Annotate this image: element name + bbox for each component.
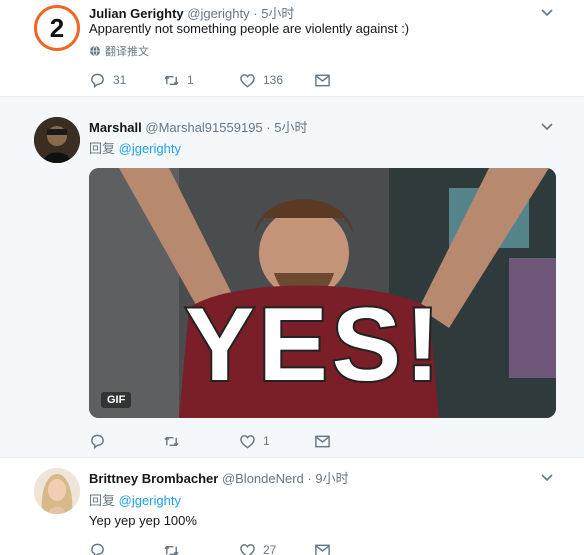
author-handle[interactable]: @jgerighty <box>187 6 249 21</box>
reply-icon <box>91 73 104 88</box>
tweet-time[interactable]: 5小时 <box>274 120 307 135</box>
dm-icon <box>315 74 330 86</box>
reply-context: 回复 @jgerighty <box>89 490 181 509</box>
reply-button[interactable] <box>89 540 113 555</box>
tweet-actions: 27 <box>89 540 349 555</box>
like-button[interactable]: 1 <box>239 431 270 451</box>
reply-button[interactable] <box>89 431 113 451</box>
reply-button[interactable]: 31 <box>89 70 126 90</box>
avatar[interactable]: 2 <box>34 5 80 51</box>
dm-icon <box>315 544 330 555</box>
retweet-icon <box>164 75 179 85</box>
retweet-button[interactable]: 1 <box>163 70 194 90</box>
like-count: 136 <box>263 73 284 87</box>
tweet-text: Yep yep yep 100% <box>89 513 197 528</box>
retweet-button[interactable] <box>163 431 187 451</box>
tweet-actions: 31 1 136 <box>89 70 349 90</box>
avatar-badge: 2 <box>49 12 65 43</box>
reply-icon <box>91 434 104 449</box>
globe-icon <box>90 45 100 57</box>
translate-link[interactable]: 翻译推文 <box>89 43 149 59</box>
author-handle[interactable]: @Marshal91559195 <box>145 120 262 135</box>
mention-link[interactable]: @jgerighty <box>119 141 181 156</box>
separator-dot: · <box>253 6 258 21</box>
tweet-time[interactable]: 5小时 <box>261 6 294 21</box>
retweet-icon <box>164 436 179 446</box>
retweet-icon <box>164 545 179 555</box>
tweet-header: Marshall @Marshal91559195 · 5小时 <box>89 117 307 136</box>
author-name[interactable]: Marshall <box>89 120 142 135</box>
tweet-text: Apparently not something people are viol… <box>89 21 410 36</box>
gif-media[interactable]: YES! GIF <box>89 168 556 418</box>
avatar[interactable] <box>34 117 80 163</box>
tweet[interactable]: Marshall @Marshal91559195 · 5小时 回复 @jger… <box>0 97 584 457</box>
reply-context: 回复 @jgerighty <box>89 138 181 157</box>
tweet-time[interactable]: 9小时 <box>315 471 348 486</box>
like-button[interactable]: 136 <box>239 70 283 90</box>
like-icon <box>240 434 255 449</box>
author-handle[interactable]: @BlondeNerd <box>222 471 304 486</box>
chevron-down-icon[interactable] <box>540 470 554 484</box>
dm-button[interactable] <box>314 70 331 90</box>
gif-badge: GIF <box>101 392 132 408</box>
retweet-count: 1 <box>187 73 194 87</box>
author-name[interactable]: Julian Gerighty <box>89 6 184 21</box>
tweet-header: Brittney Brombacher @BlondeNerd · 9小时 <box>89 468 349 487</box>
like-icon <box>240 73 255 88</box>
dm-icon <box>315 435 330 447</box>
like-button[interactable]: 27 <box>239 540 276 555</box>
dm-button[interactable] <box>314 540 331 555</box>
tweet-header: Julian Gerighty @jgerighty · 5小时 <box>89 3 294 22</box>
separator-dot: · <box>307 471 312 486</box>
tweet[interactable]: Brittney Brombacher @BlondeNerd · 9小时 回复… <box>0 458 584 555</box>
like-icon <box>240 543 255 555</box>
reply-prefix: 回复 <box>89 141 116 156</box>
dm-button[interactable] <box>314 431 331 451</box>
tweet[interactable]: 2 Julian Gerighty @jgerighty · 5小时 Appar… <box>0 0 584 96</box>
mention-link[interactable]: @jgerighty <box>119 493 181 508</box>
reply-count: 31 <box>113 73 127 87</box>
chevron-down-icon[interactable] <box>540 119 554 133</box>
avatar[interactable] <box>34 468 80 514</box>
like-count: 1 <box>263 434 270 448</box>
avatar-image <box>34 117 80 163</box>
chevron-down-icon[interactable] <box>540 5 554 19</box>
author-name[interactable]: Brittney Brombacher <box>89 471 218 486</box>
separator-dot: · <box>266 120 271 135</box>
avatar-image <box>34 468 80 514</box>
reply-prefix: 回复 <box>89 493 116 508</box>
gif-caption: YES! <box>183 287 444 403</box>
translate-label: 翻译推文 <box>105 46 149 58</box>
reply-icon <box>91 543 104 555</box>
tweet-actions: 1 <box>89 431 349 451</box>
retweet-button[interactable] <box>163 540 187 555</box>
like-count: 27 <box>263 543 277 555</box>
